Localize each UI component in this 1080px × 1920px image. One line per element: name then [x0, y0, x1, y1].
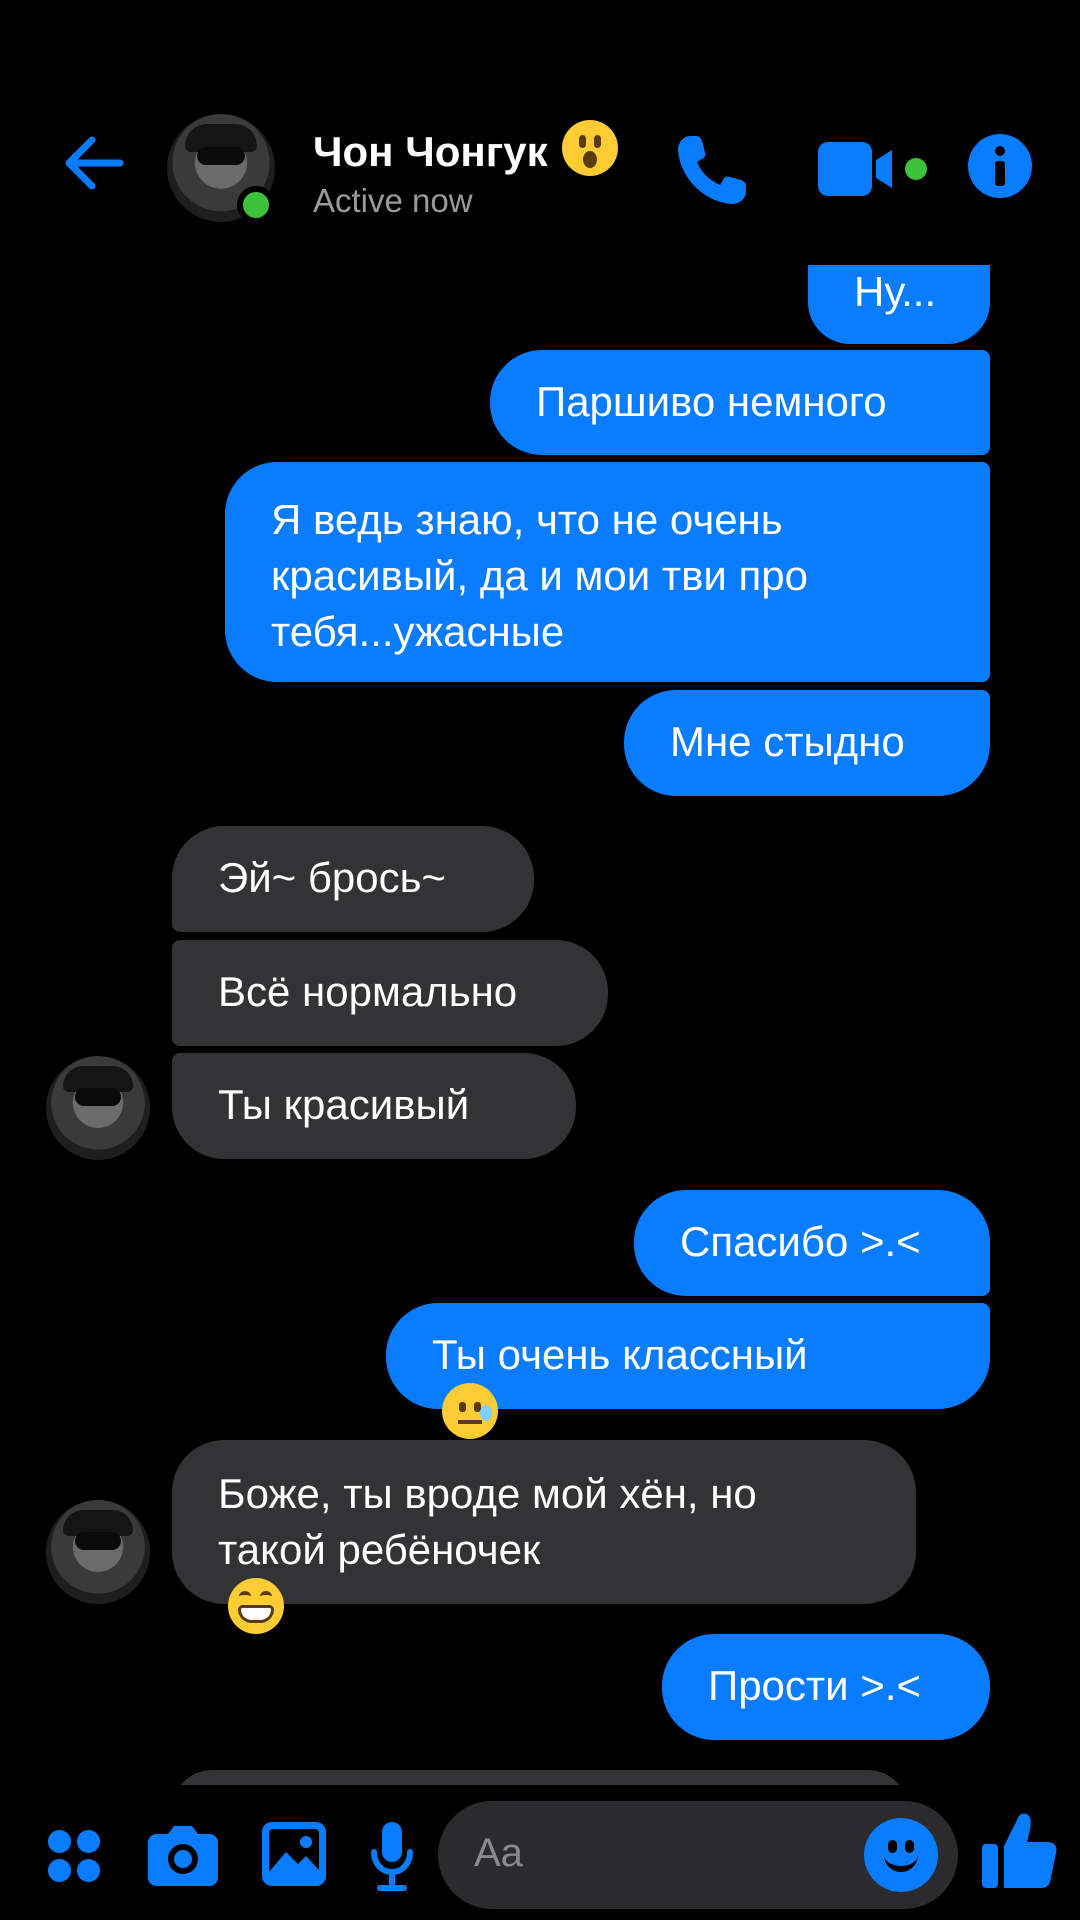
- message-text: Боже, ты вроде мой хён, но: [218, 1470, 757, 1517]
- message-text-content: Ты очень классный: [432, 1331, 808, 1378]
- microphone-icon[interactable]: [370, 1822, 414, 1892]
- gallery-icon[interactable]: [262, 1822, 326, 1886]
- message-text: Паршиво немного: [536, 378, 887, 425]
- message-text: такой ребёночек: [218, 1522, 916, 1634]
- message-text: Ты очень классный: [432, 1327, 990, 1439]
- message-text: Я ведь знаю, что не очень: [271, 496, 783, 543]
- message-bubble-incoming[interactable]: Ты красивый: [172, 1053, 576, 1159]
- active-status: Active now: [313, 182, 473, 219]
- message-bubble-outgoing[interactable]: Я ведь знаю, что не очень красивый, да и…: [225, 462, 990, 682]
- message-text: красивый, да и мои тви про: [271, 552, 809, 599]
- message-bubble-outgoing[interactable]: Мне стыдно: [624, 690, 990, 796]
- message-text: тебя...ужасные: [271, 608, 565, 655]
- back-arrow-icon[interactable]: [62, 132, 124, 194]
- message-bubble-incoming[interactable]: Эй~ брось~: [172, 826, 534, 932]
- video-call-icon[interactable]: [818, 138, 938, 200]
- message-text: Всё нормально: [218, 968, 518, 1015]
- message-text: Ну...: [854, 268, 937, 315]
- message-bubble-incoming[interactable]: Всё нормально: [172, 940, 608, 1046]
- more-actions-icon[interactable]: [48, 1830, 100, 1882]
- message-bubble-incoming[interactable]: Боже, ты вроде мой хён, но такой ребёноч…: [172, 1440, 916, 1634]
- message-bubble-outgoing[interactable]: Паршиво немного: [490, 350, 990, 455]
- message-text: Ты красивый: [218, 1081, 470, 1128]
- info-icon[interactable]: [968, 134, 1032, 198]
- message-bubble-outgoing[interactable]: Ты очень классный: [386, 1303, 990, 1439]
- message-text: Мне стыдно: [670, 718, 905, 765]
- sweat-smile-icon: [442, 1383, 498, 1439]
- contact-name[interactable]: Чон Чонгук: [313, 120, 618, 176]
- message-text: Прости >.<: [708, 1662, 921, 1709]
- phone-call-icon[interactable]: [672, 130, 752, 210]
- conversation-header: Чон Чонгук Active now: [0, 0, 1080, 265]
- sender-avatar[interactable]: [46, 1056, 150, 1160]
- message-input-placeholder: Aa: [474, 1831, 523, 1875]
- contact-name-text: Чон Чонгук: [313, 128, 548, 175]
- sender-avatar[interactable]: [46, 1500, 150, 1604]
- message-bubble-outgoing[interactable]: Спасибо >.<: [634, 1190, 990, 1296]
- hushed-face-icon: [561, 120, 618, 176]
- grin-icon: [228, 1578, 284, 1634]
- online-indicator: [237, 186, 275, 224]
- message-text: Спасибо >.<: [680, 1218, 921, 1265]
- message-bubble-outgoing[interactable]: Прости >.<: [662, 1634, 990, 1740]
- emoji-picker-icon[interactable]: [864, 1818, 938, 1892]
- thumbs-up-icon[interactable]: [982, 1810, 1058, 1890]
- message-text-content: такой ребёночек: [218, 1526, 541, 1573]
- camera-icon[interactable]: [148, 1822, 218, 1886]
- message-text: Эй~ брось~: [218, 854, 447, 901]
